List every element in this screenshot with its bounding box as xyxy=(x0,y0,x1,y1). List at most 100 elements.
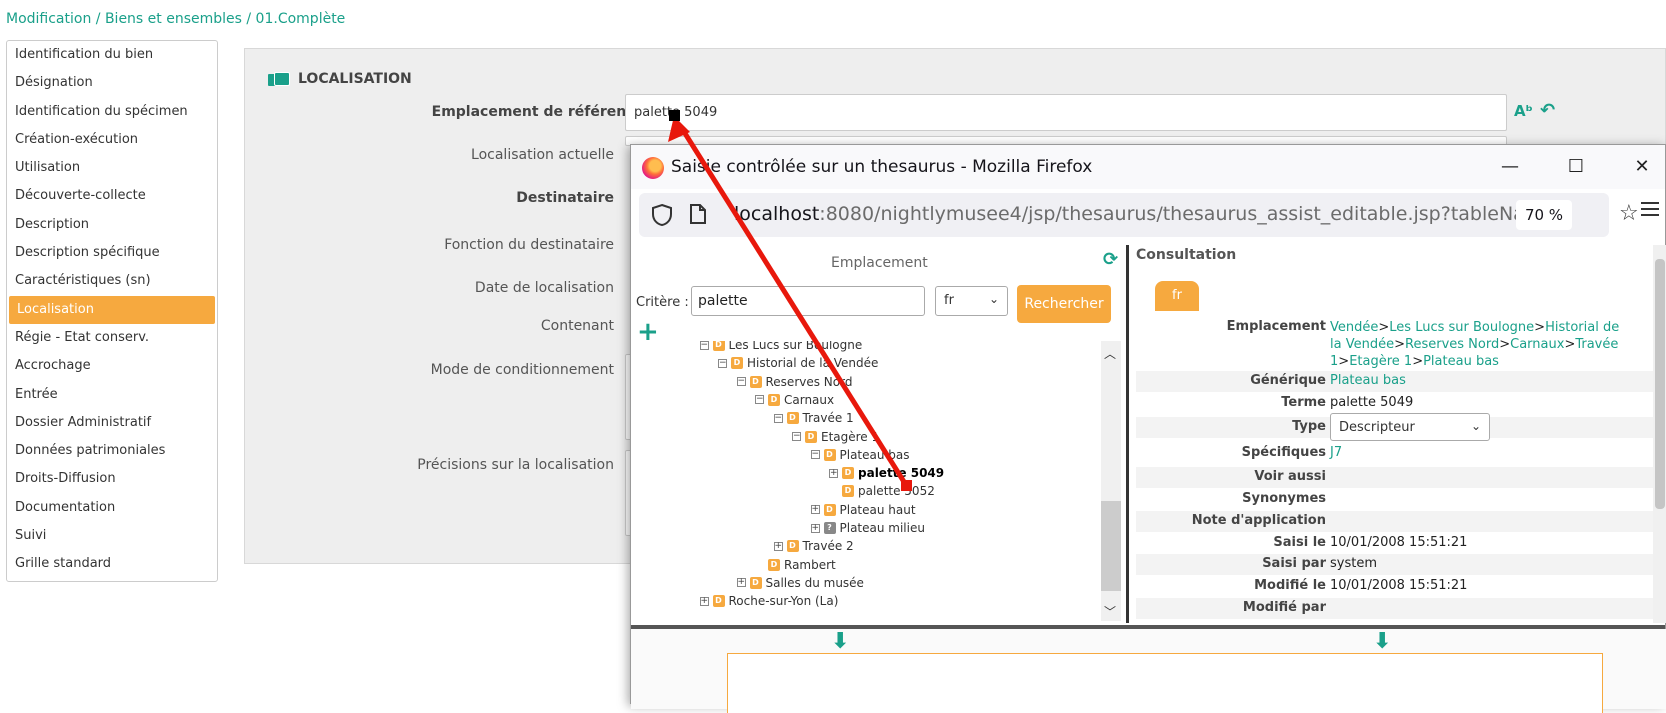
breadcrumb[interactable]: Modification / Biens et ensembles / 01.C… xyxy=(6,11,345,27)
spellcheck-icon[interactable]: Aᵇ xyxy=(1514,102,1533,120)
detail-key: Générique xyxy=(1250,373,1326,388)
tree-node[interactable]: + D Salles du musée xyxy=(736,574,864,592)
detail-key: Saisi par xyxy=(1262,556,1326,571)
url-bar[interactable]: localhost:8080/nightlymusee4/jsp/thesaur… xyxy=(639,193,1609,237)
detail-value[interactable]: J7 xyxy=(1330,445,1342,460)
url-text[interactable]: localhost:8080/nightlymusee4/jsp/thesaur… xyxy=(734,203,1537,225)
label-emplacement-reference: Emplacement de référence xyxy=(431,104,644,120)
tree-node[interactable]: − D Carnaux xyxy=(755,391,834,409)
pane-splitter[interactable] xyxy=(1126,245,1129,623)
language-select[interactable]: fr ⌄ xyxy=(935,286,1008,316)
label-precisions-localisation: Précisions sur la localisation xyxy=(417,457,614,473)
tree-node[interactable]: − D Historial de la Vendée xyxy=(718,354,878,372)
expand-icon[interactable]: + xyxy=(810,505,820,515)
expand-icon[interactable]: + xyxy=(699,596,709,606)
sidebar-item[interactable]: Documentation xyxy=(7,494,217,522)
tree-node[interactable]: + D Roche-sur-Yon (La) xyxy=(699,592,838,610)
scroll-up-icon[interactable]: ︿ xyxy=(1104,345,1116,362)
tree-scrollbar[interactable]: ︿ ﹀ xyxy=(1101,341,1121,621)
path-link[interactable]: Plateau bas xyxy=(1423,354,1499,369)
tree-node-label: Rambert xyxy=(784,557,836,572)
shield-icon[interactable] xyxy=(651,203,673,232)
tab-fr[interactable]: fr xyxy=(1155,281,1199,311)
path-link[interactable]: Etagère 1 xyxy=(1349,354,1412,369)
collapse-icon[interactable]: − xyxy=(736,377,746,387)
collapse-icon[interactable]: − xyxy=(810,450,820,460)
path-link[interactable]: Vendée xyxy=(1330,320,1378,335)
expand-icon[interactable]: + xyxy=(810,523,820,533)
tree-node[interactable]: − D Etagère 1 xyxy=(792,428,879,446)
tree-scroll-thumb[interactable] xyxy=(1101,501,1121,591)
detail-row: Modifié par xyxy=(1136,598,1654,619)
sidebar-item[interactable]: Données patrimoniales xyxy=(7,437,217,465)
sidebar-item[interactable]: Utilisation xyxy=(7,154,217,182)
minimize-button[interactable]: — xyxy=(1487,153,1533,181)
sidebar-item[interactable]: Caractéristiques (sn) xyxy=(7,267,217,295)
page-icon[interactable] xyxy=(689,203,707,230)
tree-node[interactable]: D Rambert xyxy=(755,556,836,574)
collapse-icon[interactable]: − xyxy=(773,413,783,423)
tree-node[interactable]: +? Plateau milieu xyxy=(810,519,925,537)
tree-node[interactable]: Dpalette 5052 xyxy=(829,482,935,500)
arrow-down-icon[interactable]: ⬇ xyxy=(831,629,849,654)
sidebar-item[interactable]: Découverte-collecte xyxy=(7,182,217,210)
sidebar-item[interactable]: Dossier Administratif xyxy=(7,409,217,437)
window-titlebar[interactable]: Saisie contrôlée sur un thesaurus - Mozi… xyxy=(631,145,1665,189)
sidebar-item[interactable]: Description spécifique xyxy=(7,239,217,267)
path-link[interactable]: Carnaux xyxy=(1510,337,1564,352)
refresh-icon[interactable]: ⟳ xyxy=(1103,249,1118,270)
collapse-icon[interactable]: − xyxy=(699,341,709,350)
detail-value: palette 5049 xyxy=(1330,395,1414,410)
path-link[interactable]: Reserves Nord xyxy=(1405,337,1499,352)
emplacement-reference-input[interactable]: palette 5049 xyxy=(625,94,1507,131)
collapse-icon[interactable]: − xyxy=(755,395,764,405)
sidebar-item[interactable]: Régie - Etat conserv. xyxy=(7,324,217,352)
expand-icon[interactable]: + xyxy=(736,578,746,588)
zoom-level-button[interactable]: 70 % xyxy=(1516,200,1572,230)
consultation-scrollbar[interactable] xyxy=(1653,245,1666,623)
sidebar-item[interactable]: Description xyxy=(7,211,217,239)
sidebar-item[interactable]: Suivi xyxy=(7,522,217,550)
detail-key: Voir aussi xyxy=(1254,469,1326,484)
scroll-down-icon[interactable]: ﹀ xyxy=(1104,603,1116,620)
type-select[interactable]: Descripteur ⌄ xyxy=(1330,413,1490,441)
tree-node[interactable]: − D Reserves Nord xyxy=(736,373,852,391)
collapse-icon[interactable]: − xyxy=(792,432,801,441)
sidebar-item[interactable]: Désignation xyxy=(7,69,217,97)
detail-value[interactable]: Plateau bas xyxy=(1330,373,1406,388)
sidebar-item[interactable]: Localisation xyxy=(9,295,215,324)
tree-node[interactable]: − D Plateau bas xyxy=(810,446,910,464)
criteria-search-input[interactable]: palette xyxy=(691,286,925,316)
sidebar-item[interactable]: Accrochage xyxy=(7,352,217,380)
hamburger-menu-icon[interactable] xyxy=(1639,199,1661,225)
sidebar-item[interactable]: Grille standard xyxy=(7,550,217,578)
emplacement-reference-value: palette 5049 xyxy=(634,105,718,120)
tree-node[interactable]: − D Travée 1 xyxy=(773,409,854,427)
sidebar-item[interactable]: Création-exécution xyxy=(7,126,217,154)
collapse-icon[interactable]: − xyxy=(718,358,727,368)
search-button[interactable]: Rechercher xyxy=(1017,285,1111,323)
add-plus-icon[interactable]: + xyxy=(637,317,659,347)
tree-node[interactable]: − D Les Lucs sur Boulogne xyxy=(699,341,862,354)
bookmark-star-icon[interactable]: ☆ xyxy=(1619,201,1639,226)
path-link[interactable]: Les Lucs sur Boulogne xyxy=(1389,320,1534,335)
sidebar-item[interactable]: Entrée xyxy=(7,381,217,409)
sidebar-item[interactable]: Identification du spécimen xyxy=(7,98,217,126)
section-title: LOCALISATION xyxy=(268,70,412,88)
tree-node[interactable]: + Dpalette 5049 xyxy=(829,464,944,482)
detail-key: Terme xyxy=(1281,395,1326,410)
detail-row: Spécifiques J7 xyxy=(1136,443,1654,464)
descriptor-badge-icon: D xyxy=(786,540,799,553)
expand-icon[interactable]: + xyxy=(829,468,838,478)
sidebar-item[interactable]: Droits-Diffusion xyxy=(7,465,217,493)
maximize-button[interactable]: ☐ xyxy=(1553,153,1599,181)
tree-node[interactable]: + D Plateau haut xyxy=(810,501,916,519)
tree-node[interactable]: + D Travée 2 xyxy=(773,537,854,555)
arrow-down-icon[interactable]: ⬇ xyxy=(1373,629,1391,654)
undo-icon[interactable]: ↶ xyxy=(1540,100,1555,121)
expand-icon[interactable]: + xyxy=(773,541,783,551)
sidebar-item[interactable]: Identification du bien xyxy=(7,41,217,69)
close-window-button[interactable]: ✕ xyxy=(1619,153,1665,181)
detail-key: Synonymes xyxy=(1242,491,1326,506)
consultation-scroll-thumb[interactable] xyxy=(1655,259,1665,509)
